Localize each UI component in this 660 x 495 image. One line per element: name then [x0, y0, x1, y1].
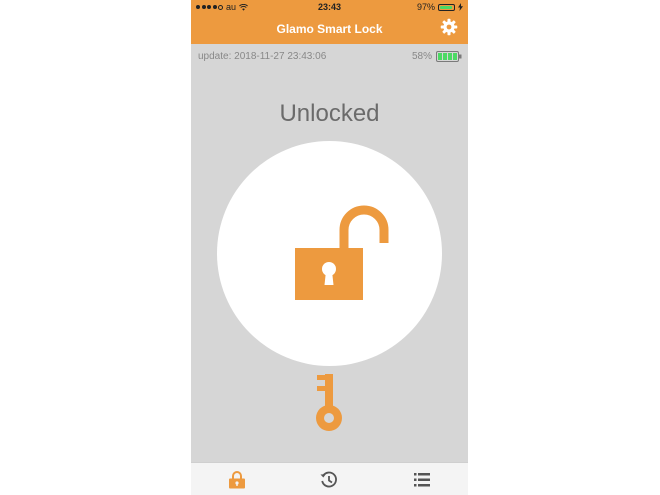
gear-icon[interactable]	[440, 18, 458, 36]
page-title: Glamo Smart Lock	[276, 22, 383, 36]
app-screen: au 23:43 97% Glamo Smart Lock update: 20…	[191, 0, 468, 495]
tab-history[interactable]	[283, 463, 375, 495]
status-bar: au 23:43 97%	[191, 0, 468, 14]
lock-battery-percent: 58%	[411, 51, 432, 62]
battery-icon	[436, 51, 462, 62]
info-bar: update: 2018-11-27 23:43:06 58%	[191, 44, 468, 68]
status-battery-percent: 97%	[416, 2, 435, 12]
header: au 23:43 97% Glamo Smart Lock	[191, 0, 468, 44]
list-icon	[413, 472, 430, 486]
key-icon[interactable]	[312, 372, 346, 434]
history-icon	[320, 471, 338, 487]
tab-lock[interactable]	[191, 463, 283, 495]
update-timestamp: update: 2018-11-27 23:43:06	[198, 51, 327, 62]
lock-toggle-button[interactable]	[217, 141, 442, 366]
tab-bar	[191, 462, 468, 495]
open-padlock-icon	[295, 205, 389, 300]
status-right: 97%	[417, 2, 463, 12]
status-battery-icon	[438, 3, 455, 11]
lock-icon	[229, 470, 246, 488]
tab-list[interactable]	[376, 463, 468, 495]
lock-state-label: Unlocked	[279, 100, 380, 127]
charging-icon	[458, 3, 463, 11]
